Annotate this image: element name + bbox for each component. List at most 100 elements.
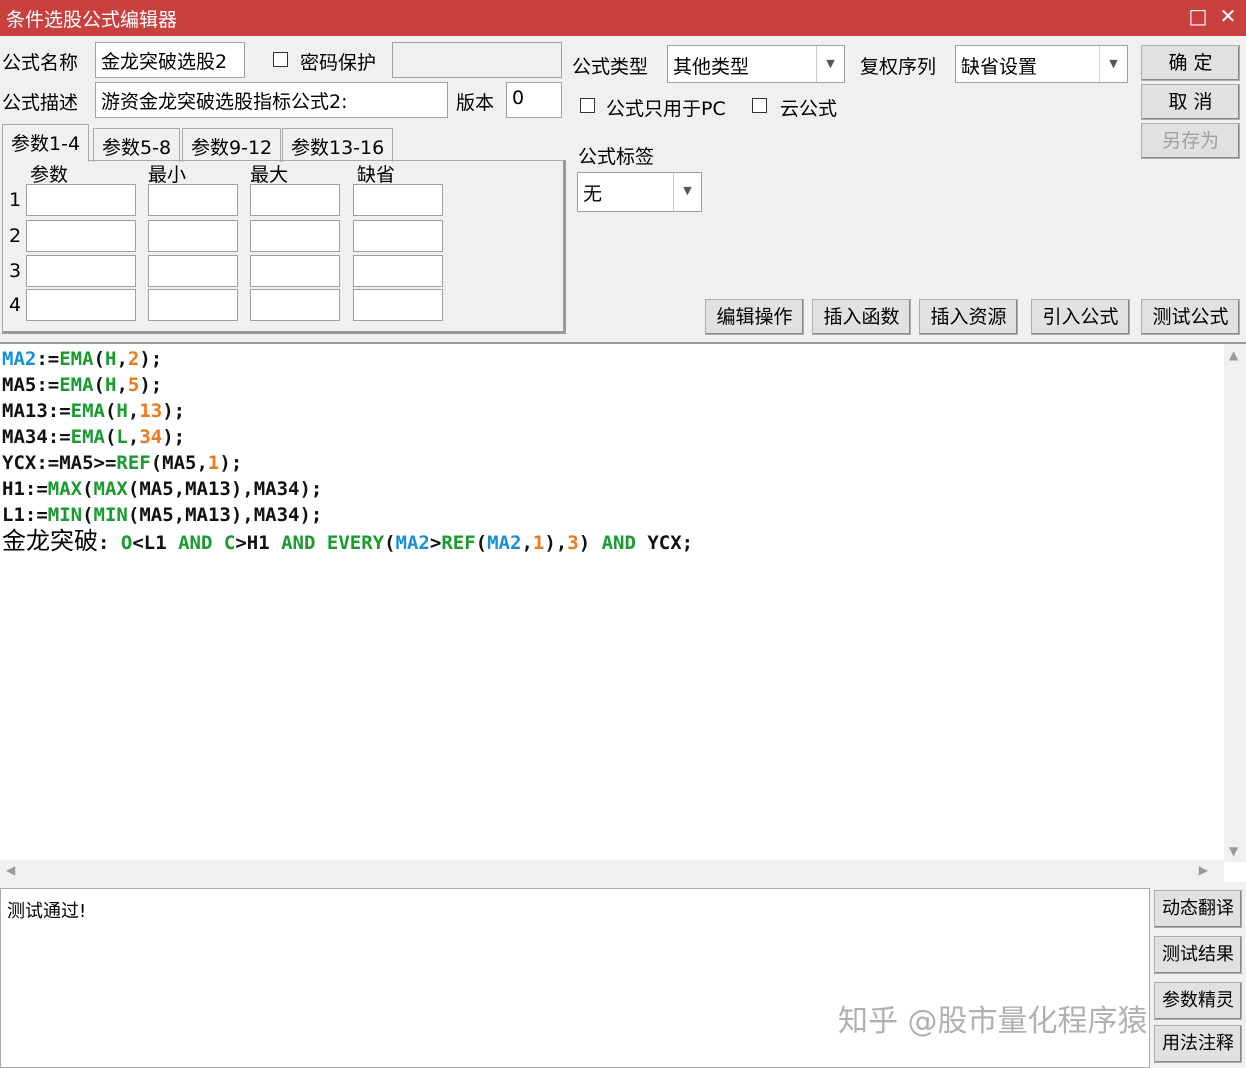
code-token: H — [105, 348, 117, 370]
code-token: MIN — [93, 504, 128, 526]
version-input[interactable]: 0 — [506, 82, 562, 118]
param-input[interactable] — [250, 255, 340, 287]
scroll-right-icon[interactable]: ▶ — [1199, 863, 1208, 877]
param-input[interactable] — [353, 289, 443, 321]
code-token: 5 — [127, 374, 140, 396]
code-line: YCX:=MA5>=REF(MA5,1); — [2, 450, 693, 476]
formula-type-label: 公式类型 — [572, 56, 649, 78]
code-token: 2 — [127, 348, 140, 370]
code-line: MA2:=EMA(H,2); — [2, 346, 693, 372]
tab-params-9-12[interactable]: 参数9-12 — [182, 128, 282, 162]
close-icon[interactable]: ✕ — [1214, 4, 1242, 28]
formula-type-select[interactable]: 其他类型 ▼ — [667, 45, 845, 83]
param-input[interactable] — [250, 220, 340, 252]
toolbar-button[interactable]: 引入公式 — [1031, 299, 1130, 335]
code-token: ( — [475, 532, 488, 554]
code-token: (MA5,MA13),MA34); — [127, 478, 323, 500]
window-title: 条件选股公式编辑器 — [6, 9, 178, 31]
side-button[interactable]: 参数精灵 — [1154, 982, 1242, 1020]
code-token: EVERY — [326, 532, 385, 554]
code-token: MA2 — [487, 532, 522, 554]
formula-type-value: 其他类型 — [673, 56, 750, 78]
vertical-scrollbar[interactable]: ▲ ▼ — [1224, 344, 1246, 862]
rights-value: 缺省设置 — [961, 56, 1038, 78]
param-input[interactable] — [250, 184, 340, 216]
param-input[interactable] — [26, 220, 136, 252]
side-button[interactable]: 测试结果 — [1154, 936, 1242, 974]
code-line: MA5:=EMA(H,5); — [2, 372, 693, 398]
formula-desc-input[interactable]: 游资金龙突破选股指标公式2: — [95, 82, 448, 118]
code-token: O — [120, 532, 133, 554]
param-input[interactable] — [353, 220, 443, 252]
param-input[interactable] — [148, 289, 238, 321]
tab-params-13-16[interactable]: 参数13-16 — [282, 128, 394, 162]
param-input[interactable] — [26, 255, 136, 287]
toolbar-button[interactable]: 测试公式 — [1141, 299, 1240, 335]
maximize-icon[interactable]: □ — [1184, 4, 1212, 28]
code-token: H1:= — [2, 478, 48, 500]
watermark: 知乎 @股市量化程序猿 — [838, 1004, 1148, 1039]
password-input[interactable] — [392, 42, 562, 78]
code-token: EMA — [59, 374, 94, 396]
code-token: (MA5,MA13),MA34); — [127, 504, 323, 526]
code-token: 1 — [207, 452, 220, 474]
code-token: ); — [162, 426, 186, 448]
save-as-button[interactable]: 另存为 — [1141, 123, 1240, 159]
chevron-down-icon[interactable]: ▼ — [816, 46, 844, 82]
code-token: > — [429, 532, 442, 554]
param-input[interactable] — [250, 289, 340, 321]
param-input[interactable] — [353, 184, 443, 216]
param-input[interactable] — [148, 220, 238, 252]
code-editor[interactable]: MA2:=EMA(H,2); MA5:=EMA(H,5); MA13:=EMA(H,… — [0, 342, 1246, 882]
code-line: H1:=MAX(MAX(MA5,MA13),MA34); — [2, 476, 693, 502]
param-row-number: 3 — [9, 260, 22, 282]
code-token: MAX — [93, 478, 128, 500]
code-token: AND — [601, 532, 636, 554]
rights-select[interactable]: 缺省设置 ▼ — [955, 45, 1128, 83]
code-line: L1:=MIN(MIN(MA5,MA13),MA34); — [2, 502, 693, 528]
scroll-left-icon[interactable]: ◀ — [6, 863, 15, 877]
code-token: 金龙突破 — [2, 527, 98, 555]
toolbar-button[interactable]: 插入函数 — [812, 299, 911, 335]
pc-only-checkbox[interactable] — [580, 98, 595, 113]
output-text: 测试通过! — [7, 901, 87, 922]
side-button[interactable]: 用法注释 — [1154, 1025, 1242, 1063]
code-token: := — [36, 348, 60, 370]
cloud-checkbox[interactable] — [752, 98, 767, 113]
scroll-down-icon[interactable]: ▼ — [1229, 844, 1238, 858]
code-token: MA13:= — [2, 400, 71, 422]
ok-button[interactable]: 确 定 — [1141, 45, 1240, 81]
cancel-button[interactable]: 取 消 — [1141, 84, 1240, 120]
formula-name-input[interactable]: 金龙突破选股2 — [95, 42, 245, 78]
code-token: YCX; — [635, 532, 694, 554]
code-token: ( — [104, 426, 117, 448]
formula-tag-select[interactable]: 无 ▼ — [577, 172, 702, 212]
version-label: 版本 — [456, 92, 495, 114]
param-input[interactable] — [148, 255, 238, 287]
param-input[interactable] — [26, 289, 136, 321]
code-token: L1:= — [2, 504, 48, 526]
horizontal-scrollbar[interactable]: ◀ ▶ — [0, 860, 1224, 882]
chevron-down-icon[interactable]: ▼ — [1099, 46, 1127, 82]
rights-label: 复权序列 — [860, 56, 937, 78]
code-text[interactable]: MA2:=EMA(H,2); MA5:=EMA(H,5); MA13:=EMA(H,… — [2, 346, 693, 554]
toolbar-button[interactable]: 插入资源 — [919, 299, 1018, 335]
param-input[interactable] — [26, 184, 136, 216]
code-token: , — [127, 426, 140, 448]
tab-params-5-8[interactable]: 参数5-8 — [93, 128, 181, 162]
chevron-down-icon[interactable]: ▼ — [673, 173, 701, 211]
password-checkbox[interactable] — [273, 52, 288, 67]
tab-params-1-4[interactable]: 参数1-4 — [2, 124, 90, 162]
max-header: 最大 — [250, 164, 289, 186]
scroll-up-icon[interactable]: ▲ — [1229, 348, 1238, 362]
code-token: ); — [139, 348, 163, 370]
side-button[interactable]: 动态翻译 — [1154, 890, 1242, 928]
code-token: ( — [104, 400, 117, 422]
code-token: 3 — [567, 532, 579, 554]
code-token: EMA — [59, 348, 94, 370]
toolbar-button[interactable]: 编辑操作 — [705, 299, 804, 335]
param-input[interactable] — [148, 184, 238, 216]
param-input[interactable] — [353, 255, 443, 287]
